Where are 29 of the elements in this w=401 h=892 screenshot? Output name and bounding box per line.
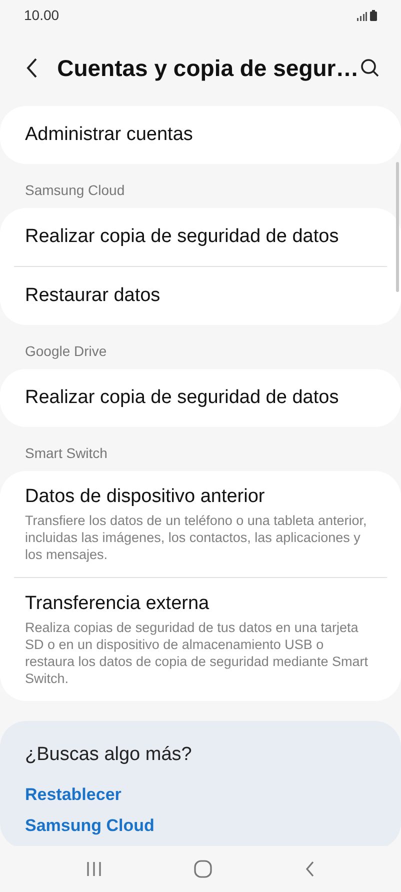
section-heading: Google Drive [24, 342, 108, 361]
item-description: Realiza copias de seguridad de tus datos en una tarjeta SD o en un dispositivo de almacenamiento USB o restaura los datos de copia de seguridad mediante Smart Switch. [25, 619, 369, 687]
suggestion-link[interactable]: Restablecer [25, 782, 122, 807]
item-title: Transferencia externa [25, 592, 210, 616]
section-heading: Samsung Cloud [24, 181, 126, 200]
signal-icon [357, 12, 367, 20]
suggestions-title: ¿Buscas algo más? [25, 743, 193, 767]
home-icon[interactable] [194, 860, 212, 878]
settings-item[interactable]: Realizar copia de seguridad de datos [14, 208, 387, 266]
page-title: Cuentas y copia de segur… [57, 54, 359, 83]
search-icon [360, 58, 380, 78]
item-title: Realizar copia de seguridad de datos [25, 225, 339, 249]
item-title: Realizar copia de seguridad de datos [25, 386, 339, 410]
recent-apps-icon[interactable] [86, 861, 102, 877]
back-icon[interactable] [304, 861, 315, 877]
item-title: Restaurar datos [25, 284, 160, 308]
item-title: Datos de dispositivo anterior [25, 485, 266, 509]
settings-item[interactable]: Realizar copia de seguridad de datos [14, 369, 387, 427]
chevron-left-icon [26, 58, 38, 78]
suggestion-link[interactable]: Samsung Cloud [25, 813, 154, 838]
settings-item[interactable]: Restaurar datos [14, 267, 387, 325]
settings-item[interactable]: Datos de dispositivo anterior Transfiere los datos de un teléfono o una tableta anterior, incluidas las imágenes, los contactos, las aplicaciones y los mensajes. [14, 471, 387, 577]
item-description: Transfiere los datos de un teléfono o una tableta anterior, incluidas las imágenes, los contactos, las aplicaciones y los mensajes. [25, 512, 368, 563]
section-heading: Smart Switch [24, 444, 108, 463]
battery-icon [370, 10, 377, 20]
status-time: 10.00 [24, 6, 60, 24]
item-title: Administrar cuentas [25, 123, 193, 147]
settings-item[interactable]: Administrar cuentas [14, 106, 387, 164]
settings-item[interactable]: Transferencia externa Realiza copias de seguridad de tus datos en una tarjeta SD o en un dispositivo de almacenamiento USB o restaura los datos de copia de seguridad mediante Smart Switch. [14, 578, 387, 701]
